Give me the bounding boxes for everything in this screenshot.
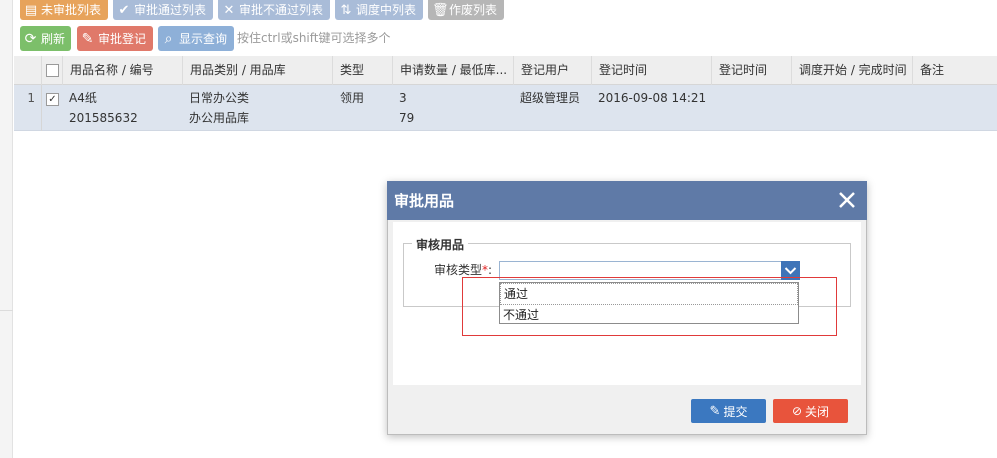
tab-unapproved-list[interactable]: ▤ 未审批列表 — [20, 0, 108, 20]
tab-void-list[interactable]: 🗑 作废列表 — [428, 0, 504, 20]
tab-label: 作废列表 — [449, 2, 498, 17]
show-search-label: 显示查询 — [179, 32, 228, 46]
review-type-label: 审核类型*: — [434, 262, 492, 278]
submit-icon: ✎ — [709, 403, 721, 419]
column-header[interactable]: 登记时间 — [592, 56, 712, 85]
show-search-button[interactable]: ⌕ 显示查询 — [158, 26, 234, 51]
submit-label: 提交 — [723, 404, 748, 419]
item-category: 日常办公类 — [189, 91, 250, 105]
item-code: 201585632 — [69, 111, 138, 125]
item-time: 2016-09-08 14:21 — [598, 91, 707, 105]
header-rownum — [14, 56, 42, 85]
column-header[interactable]: 用品名称 / 编号 — [63, 56, 183, 85]
item-min-stock: 79 — [399, 111, 415, 125]
item-warehouse: 办公用品库 — [189, 111, 250, 125]
column-header[interactable]: 登记用户 — [514, 56, 592, 85]
submit-button[interactable]: ✎ 提交 — [691, 399, 766, 423]
multi-select-hint: 按住ctrl或shift键可选择多个 — [237, 31, 391, 45]
x-icon: ✕ — [223, 2, 235, 18]
edit-icon: ✎ — [81, 30, 94, 47]
header-select-all[interactable] — [42, 56, 63, 85]
refresh-button[interactable]: ⟳ 刷新 — [20, 26, 71, 51]
item-type: 领用 — [340, 91, 365, 105]
left-panel-divider — [0, 310, 13, 311]
tab-label: 审批通过列表 — [134, 2, 207, 17]
column-header[interactable]: 调度开始 / 完成时间 — [792, 56, 913, 85]
column-header[interactable]: 备注 — [913, 56, 997, 85]
trash-icon: 🗑 — [432, 2, 449, 18]
ban-icon: ⊘ — [791, 404, 803, 418]
search-icon: ⌕ — [164, 30, 173, 47]
sort-icon: ⇅ — [340, 2, 352, 18]
column-header[interactable]: 申请数量 / 最低库... — [393, 56, 514, 85]
dialog-title: 审批用品 — [394, 192, 455, 210]
close-label: 关闭 — [805, 404, 830, 419]
label-colon: : — [488, 263, 493, 277]
column-header[interactable]: 登记时间 — [712, 56, 792, 85]
column-header[interactable]: 用品类别 / 用品库 — [183, 56, 333, 85]
highlight-box — [462, 277, 837, 336]
review-type-label-text: 审核类型 — [434, 263, 483, 277]
row-checkbox[interactable]: ✓ — [46, 93, 59, 106]
fieldset-legend: 审核用品 — [412, 236, 469, 253]
tab-rejected-list[interactable]: ✕ 审批不通过列表 — [218, 0, 330, 20]
table-row[interactable] — [14, 85, 997, 131]
item-name: A4纸 — [69, 91, 97, 105]
list-icon: ▤ — [24, 2, 38, 18]
approve-register-button[interactable]: ✎ 审批登记 — [77, 26, 153, 51]
left-panel-strip — [0, 0, 13, 458]
close-button[interactable]: ⊘ 关闭 — [773, 399, 848, 423]
checkmark-icon: ✓ — [48, 93, 57, 105]
select-all-checkbox[interactable] — [46, 64, 59, 77]
check-icon: ✔ — [118, 2, 130, 18]
approve-register-label: 审批登记 — [98, 32, 147, 46]
tab-label: 调度中列表 — [356, 2, 417, 17]
tab-label: 审批不通过列表 — [239, 2, 324, 17]
item-user: 超级管理员 — [520, 91, 581, 105]
tab-label: 未审批列表 — [41, 2, 102, 17]
tab-dispatching-list[interactable]: ⇅ 调度中列表 — [335, 0, 423, 20]
refresh-label: 刷新 — [41, 32, 66, 46]
column-header[interactable]: 类型 — [333, 56, 393, 85]
refresh-icon: ⟳ — [24, 30, 37, 47]
item-quantity: 3 — [399, 91, 407, 105]
dialog-header — [387, 181, 867, 220]
tab-approved-list[interactable]: ✔ 审批通过列表 — [113, 0, 213, 20]
close-icon[interactable] — [833, 186, 861, 214]
row-number: 1 — [14, 85, 42, 131]
